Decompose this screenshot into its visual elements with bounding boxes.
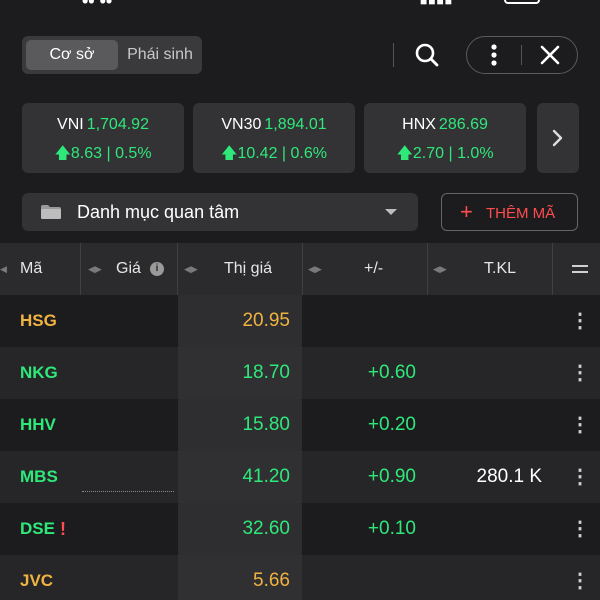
header-price[interactable]: Thị giá	[224, 243, 272, 295]
table-row[interactable]: JVC 5.66 ⋮	[0, 555, 600, 600]
tab-co-so[interactable]: Cơ sở	[26, 40, 118, 70]
tab-phai-sinh[interactable]: Phái sinh	[122, 40, 198, 70]
index-card-vn30[interactable]: VN30 1,894.01 🡅10.42 | 0.6%	[193, 103, 355, 173]
resize-arrows-icon[interactable]: ◀▶	[88, 243, 102, 295]
row-menu-icon[interactable]: ⋮	[568, 307, 592, 335]
info-icon[interactable]: i	[150, 262, 164, 276]
table-header: ◀ Mã ◀▶ Giá i ◀▶ Thị giá ◀▶ +/- ◀▶ T.KL	[0, 243, 600, 295]
row-symbol: NKG	[20, 363, 58, 382]
status-bar: •• •• ■■■■	[0, 0, 600, 12]
index-change: 8.63 | 0.5%	[70, 145, 152, 162]
row-volume	[428, 555, 542, 600]
row-symbol: DSE	[20, 519, 55, 538]
row-menu-icon[interactable]: ⋮	[568, 411, 592, 439]
index-change: 2.70 | 1.0%	[412, 145, 494, 162]
row-menu-icon[interactable]: ⋮	[568, 567, 592, 595]
top-toolbar: Cơ sở Phái sinh	[0, 30, 600, 80]
table-row[interactable]: HHV 15.80 +0.20 ⋮	[0, 399, 600, 451]
table-row[interactable]: MBS 41.20 +0.90 280.1 K ⋮	[0, 451, 600, 503]
row-menu-icon[interactable]: ⋮	[568, 359, 592, 387]
watchlist-label: Danh mục quan tâm	[77, 202, 240, 222]
watchlist-dropdown[interactable]: Danh mục quan tâm	[22, 193, 418, 231]
add-symbol-button[interactable]: + THÊM MÃ	[441, 193, 578, 231]
row-price: 20.95	[242, 310, 290, 331]
index-card-vni[interactable]: VNI 1,704.92 🡅8.63 | 0.5%	[22, 103, 184, 173]
row-menu-icon[interactable]: ⋮	[568, 515, 592, 543]
row-volume	[428, 347, 542, 399]
plus-icon: +	[460, 199, 473, 224]
row-price: 15.80	[242, 414, 290, 435]
close-button[interactable]	[533, 38, 567, 72]
resize-arrows-icon[interactable]: ◀▶	[308, 243, 322, 295]
index-name: VNI	[57, 116, 84, 133]
column-divider	[427, 243, 428, 295]
bid-dotted-underline	[82, 491, 174, 492]
column-menu-icon[interactable]	[572, 265, 588, 273]
row-change: +0.60	[367, 362, 416, 383]
index-value: 286.69	[438, 116, 488, 133]
status-clock: •• ••	[82, 0, 113, 11]
table-row[interactable]: HSG 20.95 ⋮	[0, 295, 600, 347]
signal-icon: ■■■■	[420, 0, 453, 8]
more-options-button[interactable]	[477, 38, 511, 72]
battery-icon	[504, 0, 540, 4]
search-button[interactable]	[410, 38, 444, 72]
index-value: 1,704.92	[86, 116, 149, 133]
pill-divider	[521, 45, 522, 65]
arrow-up-icon: 🡅	[220, 145, 238, 162]
index-value: 1,894.01	[264, 116, 327, 133]
resize-arrows-icon[interactable]: ◀▶	[433, 243, 447, 295]
close-icon	[540, 45, 560, 65]
row-volume	[428, 295, 542, 347]
row-change	[302, 295, 416, 347]
resize-arrows-icon[interactable]: ◀▶	[184, 243, 198, 295]
action-pill	[466, 36, 578, 74]
row-symbol: HHV	[20, 415, 56, 434]
table-row[interactable]: NKG 18.70 +0.60 ⋮	[0, 347, 600, 399]
add-symbol-label: THÊM MÃ	[486, 205, 556, 222]
row-price: 41.20	[242, 466, 290, 487]
index-name: VN30	[221, 116, 262, 133]
index-cards: VNI 1,704.92 🡅8.63 | 0.5% VN30 1,894.01 🡅1…	[0, 103, 600, 173]
column-divider	[80, 243, 81, 295]
header-volume[interactable]: T.KL	[484, 243, 516, 295]
folder-icon	[41, 205, 61, 219]
column-divider	[177, 243, 178, 295]
index-card-hnx[interactable]: HNX 286.69 🡅2.70 | 1.0%	[364, 103, 526, 173]
row-change: +0.20	[367, 414, 416, 435]
header-symbol[interactable]: Mã	[20, 243, 42, 295]
caret-down-icon	[385, 209, 397, 215]
price-board-table: ◀ Mã ◀▶ Giá i ◀▶ Thị giá ◀▶ +/- ◀▶ T.KL …	[0, 243, 600, 600]
search-icon	[415, 43, 439, 67]
row-change: +0.10	[367, 518, 416, 539]
row-symbol: MBS	[20, 467, 58, 486]
market-segmented-control: Cơ sở Phái sinh	[22, 36, 202, 74]
arrow-up-icon: 🡅	[396, 145, 413, 162]
row-price: 18.70	[242, 362, 290, 383]
sort-arrows-icon[interactable]: ◀	[0, 243, 7, 295]
header-change[interactable]: +/-	[364, 243, 383, 295]
row-symbol: JVC	[20, 571, 54, 590]
row-symbol: HSG	[20, 311, 57, 330]
row-price: 32.60	[242, 518, 290, 539]
row-volume	[428, 399, 542, 451]
table-row[interactable]: DSE ! 32.60 +0.10 ⋮	[0, 503, 600, 555]
column-divider	[552, 243, 553, 295]
chevron-right-icon	[552, 129, 563, 147]
arrow-up-icon: 🡅	[54, 145, 71, 162]
index-change: 10.42 | 0.6%	[237, 145, 327, 162]
row-change	[302, 555, 416, 600]
row-menu-icon[interactable]: ⋮	[568, 463, 592, 491]
next-indices-button[interactable]	[537, 103, 579, 173]
header-bid[interactable]: Giá	[116, 243, 141, 295]
index-name: HNX	[402, 116, 436, 133]
column-divider	[302, 243, 303, 295]
row-price: 5.66	[253, 570, 290, 591]
row-volume	[428, 503, 542, 555]
row-change: +0.90	[367, 466, 416, 487]
warning-icon[interactable]: !	[60, 503, 66, 555]
row-volume: 280.1 K	[476, 466, 543, 487]
toolbar-divider	[393, 43, 394, 67]
more-vertical-icon	[491, 44, 497, 66]
